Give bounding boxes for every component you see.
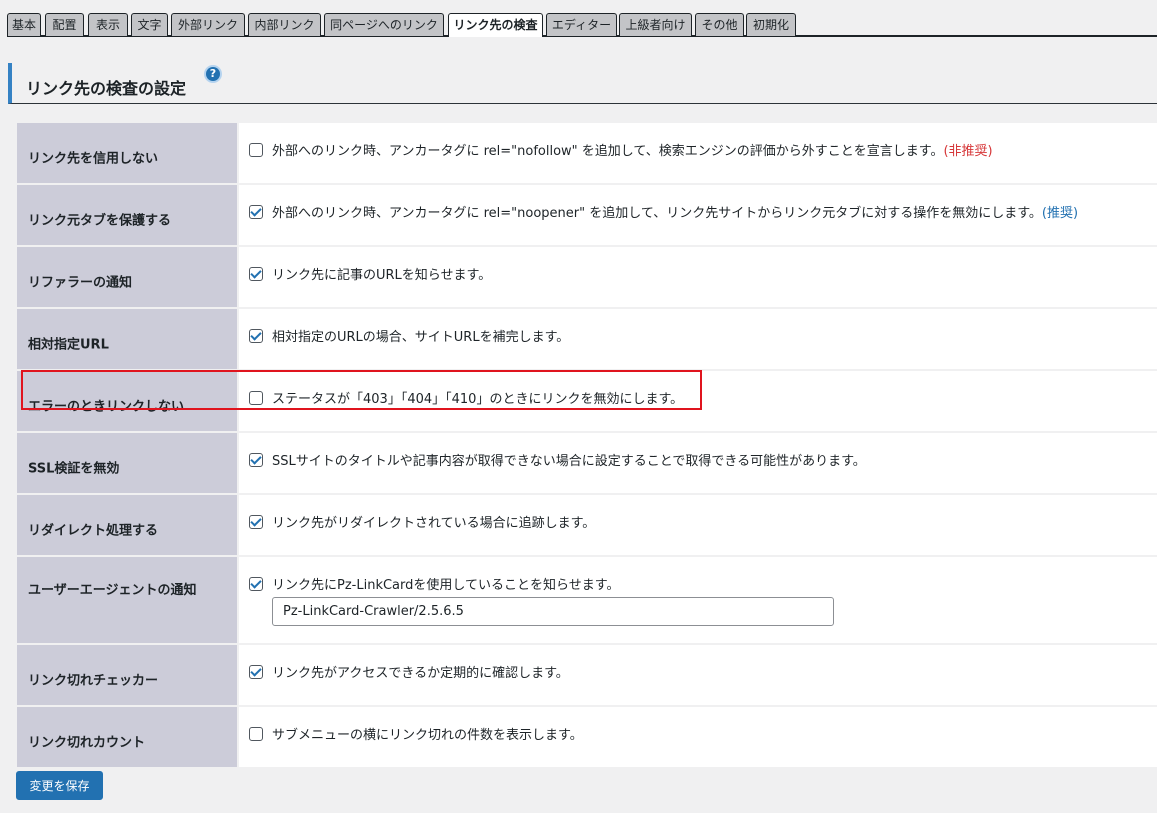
setting-label: エラーのときリンクしない (17, 371, 237, 431)
tab-advanced[interactable]: 上級者向け (619, 13, 692, 36)
nofollow-checkbox[interactable] (249, 142, 263, 157)
setting-row-redirect: リダイレクト処理する リンク先がリダイレクトされている場合に追跡します。 (17, 495, 1157, 557)
setting-description: サブメニューの横にリンク切れの件数を表示します。 (272, 728, 583, 743)
setting-label: リンク切れカウント (17, 707, 237, 767)
setting-description: リンク先にPz-LinkCardを使用していることを知らせます。 (272, 578, 620, 593)
setting-label: リンク先を信用しない (17, 123, 237, 183)
no-link-on-error-checkbox[interactable] (249, 390, 263, 405)
setting-row-nofollow: リンク先を信用しない 外部へのリンク時、アンカータグに rel="nofollo… (17, 123, 1157, 185)
settings-table: リンク先を信用しない 外部へのリンク時、アンカータグに rel="nofollo… (17, 123, 1157, 767)
user-agent-checkbox[interactable] (249, 576, 263, 591)
setting-row-broken-link-count: リンク切れカウント サブメニューの横にリンク切れの件数を表示します。 (17, 707, 1157, 767)
ssl-verify-checkbox[interactable] (249, 452, 263, 467)
tab-basic[interactable]: 基本 (7, 13, 41, 36)
user-agent-input[interactable] (272, 597, 834, 626)
broken-link-checker-checkbox[interactable] (249, 664, 263, 679)
tab-same-page-link[interactable]: 同ページへのリンク (324, 13, 444, 36)
setting-description: リンク先に記事のURLを知らせます。 (272, 268, 492, 283)
question-circle-icon[interactable]: ? (206, 67, 220, 81)
setting-row-broken-link-checker: リンク切れチェッカー リンク先がアクセスできるか定期的に確認します。 (17, 645, 1157, 707)
tab-bar: 基本 配置 表示 文字 外部リンク 内部リンク 同ページへのリンク リンク先の検… (7, 13, 1157, 37)
setting-value: リンク先がアクセスできるか定期的に確認します。 (237, 645, 1157, 705)
setting-label: リダイレクト処理する (17, 495, 237, 555)
setting-row-user-agent: ユーザーエージェントの通知 リンク先にPz-LinkCardを使用していることを… (17, 557, 1157, 645)
setting-value: リンク先にPz-LinkCardを使用していることを知らせます。 (237, 557, 1157, 643)
noopener-checkbox[interactable] (249, 204, 263, 219)
tab-link-check[interactable]: リンク先の検査 (448, 13, 543, 37)
setting-description: 外部へのリンク時、アンカータグに rel="noopener" を追加して、リン… (272, 206, 1042, 221)
redirect-checkbox[interactable] (249, 514, 263, 529)
save-changes-button[interactable]: 変更を保存 (16, 771, 103, 800)
tab-internal-link[interactable]: 内部リンク (248, 13, 321, 36)
setting-label: ユーザーエージェントの通知 (17, 557, 237, 643)
tab-editor[interactable]: エディター (546, 13, 617, 36)
setting-value: 相対指定のURLの場合、サイトURLを補完します。 (237, 309, 1157, 369)
section-heading: リンク先の検査の設定 ? (8, 63, 1157, 104)
setting-label: リファラーの通知 (17, 247, 237, 307)
setting-value: サブメニューの横にリンク切れの件数を表示します。 (237, 707, 1157, 767)
setting-row-no-link-on-error: エラーのときリンクしない ステータスが「403」「404」「410」のときにリン… (17, 371, 1157, 433)
tab-display[interactable]: 表示 (88, 13, 128, 36)
setting-row-noopener: リンク元タブを保護する 外部へのリンク時、アンカータグに rel="noopen… (17, 185, 1157, 247)
setting-value: ステータスが「403」「404」「410」のときにリンクを無効にします。 (237, 371, 1157, 431)
setting-value: 外部へのリンク時、アンカータグに rel="nofollow" を追加して、検索… (237, 123, 1157, 183)
setting-value: リンク先がリダイレクトされている場合に追跡します。 (237, 495, 1157, 555)
setting-description: 外部へのリンク時、アンカータグに rel="nofollow" を追加して、検索… (272, 144, 944, 159)
section-title: リンク先の検査の設定 (26, 79, 187, 98)
setting-label: リンク元タブを保護する (17, 185, 237, 245)
setting-value: SSLサイトのタイトルや記事内容が取得できない場合に設定することで取得できる可能… (237, 433, 1157, 493)
not-recommended-note: (非推奨) (943, 144, 993, 159)
tab-external-link[interactable]: 外部リンク (171, 13, 245, 36)
setting-label: SSL検証を無効 (17, 433, 237, 493)
referrer-checkbox[interactable] (249, 266, 263, 281)
relative-url-checkbox[interactable] (249, 328, 263, 343)
tab-layout[interactable]: 配置 (45, 13, 84, 36)
setting-value: 外部へのリンク時、アンカータグに rel="noopener" を追加して、リン… (237, 185, 1157, 245)
tab-other[interactable]: その他 (695, 13, 744, 36)
tab-text[interactable]: 文字 (131, 13, 168, 36)
setting-description: リンク先がリダイレクトされている場合に追跡します。 (272, 516, 596, 531)
broken-link-count-checkbox[interactable] (249, 726, 263, 741)
setting-description: リンク先がアクセスできるか定期的に確認します。 (272, 666, 569, 681)
setting-label: リンク切れチェッカー (17, 645, 237, 705)
setting-description: ステータスが「403」「404」「410」のときにリンクを無効にします。 (272, 392, 684, 407)
tab-reset[interactable]: 初期化 (746, 13, 796, 36)
setting-description: 相対指定のURLの場合、サイトURLを補完します。 (272, 330, 570, 345)
setting-description: SSLサイトのタイトルや記事内容が取得できない場合に設定することで取得できる可能… (272, 454, 866, 469)
setting-label: 相対指定URL (17, 309, 237, 369)
setting-row-ssl-verify: SSL検証を無効 SSLサイトのタイトルや記事内容が取得できない場合に設定するこ… (17, 433, 1157, 495)
setting-row-relative-url: 相対指定URL 相対指定のURLの場合、サイトURLを補完します。 (17, 309, 1157, 371)
recommended-note: (推奨) (1041, 206, 1079, 221)
setting-value: リンク先に記事のURLを知らせます。 (237, 247, 1157, 307)
setting-row-referrer: リファラーの通知 リンク先に記事のURLを知らせます。 (17, 247, 1157, 309)
